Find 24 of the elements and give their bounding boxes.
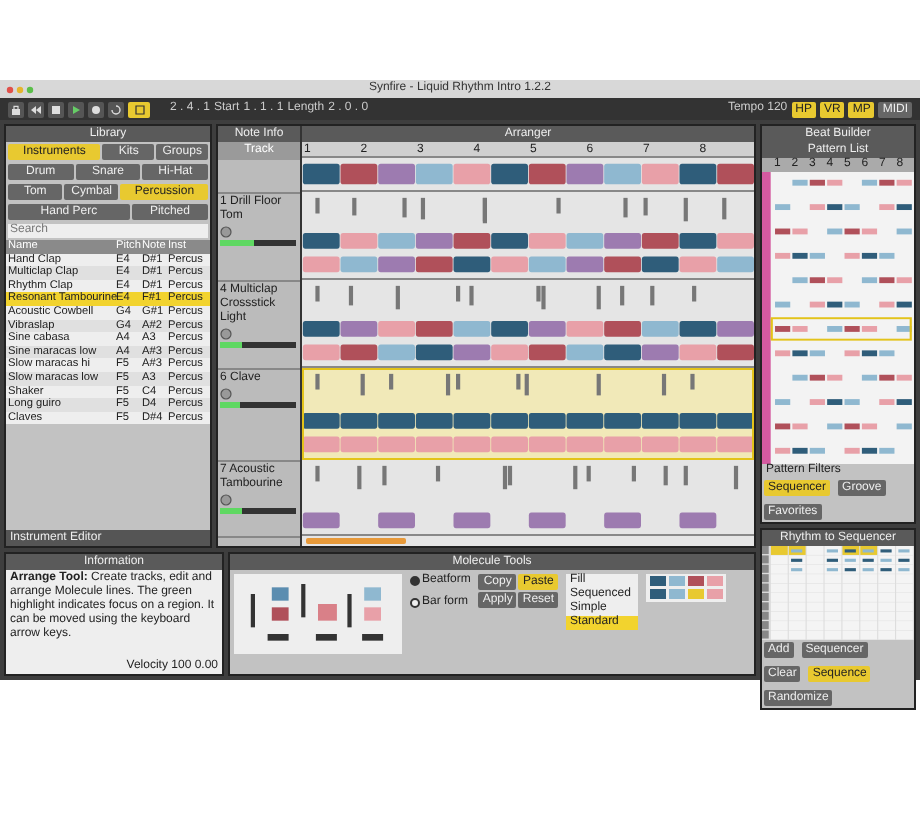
knob-icon[interactable]	[220, 387, 232, 400]
lock-icon	[10, 103, 22, 115]
loop-button[interactable]	[108, 101, 124, 117]
stop-icon	[50, 103, 62, 115]
scrollbar[interactable]	[306, 538, 406, 544]
pattern-list-drawing[interactable]	[762, 171, 914, 465]
knob-icon[interactable]	[220, 225, 232, 238]
beat-lane-drawing[interactable]	[302, 158, 754, 190]
stop-button[interactable]	[48, 101, 64, 117]
play-button[interactable]	[68, 101, 84, 117]
lock-button[interactable]	[8, 101, 24, 117]
sequencer-grid-drawing[interactable]	[762, 546, 914, 640]
record-button[interactable]	[88, 101, 104, 117]
follow-button[interactable]	[128, 101, 150, 117]
loop-icon	[110, 103, 122, 115]
knob-icon[interactable]	[220, 493, 232, 506]
rewind-icon	[30, 103, 42, 115]
molecule-editor-drawing[interactable]	[234, 574, 402, 654]
rewind-button[interactable]	[28, 101, 44, 117]
square-icon	[133, 103, 145, 115]
knob-icon[interactable]	[220, 327, 232, 340]
molecule-palette-drawing[interactable]	[646, 574, 727, 602]
record-icon	[90, 103, 102, 115]
play-icon	[70, 103, 82, 115]
